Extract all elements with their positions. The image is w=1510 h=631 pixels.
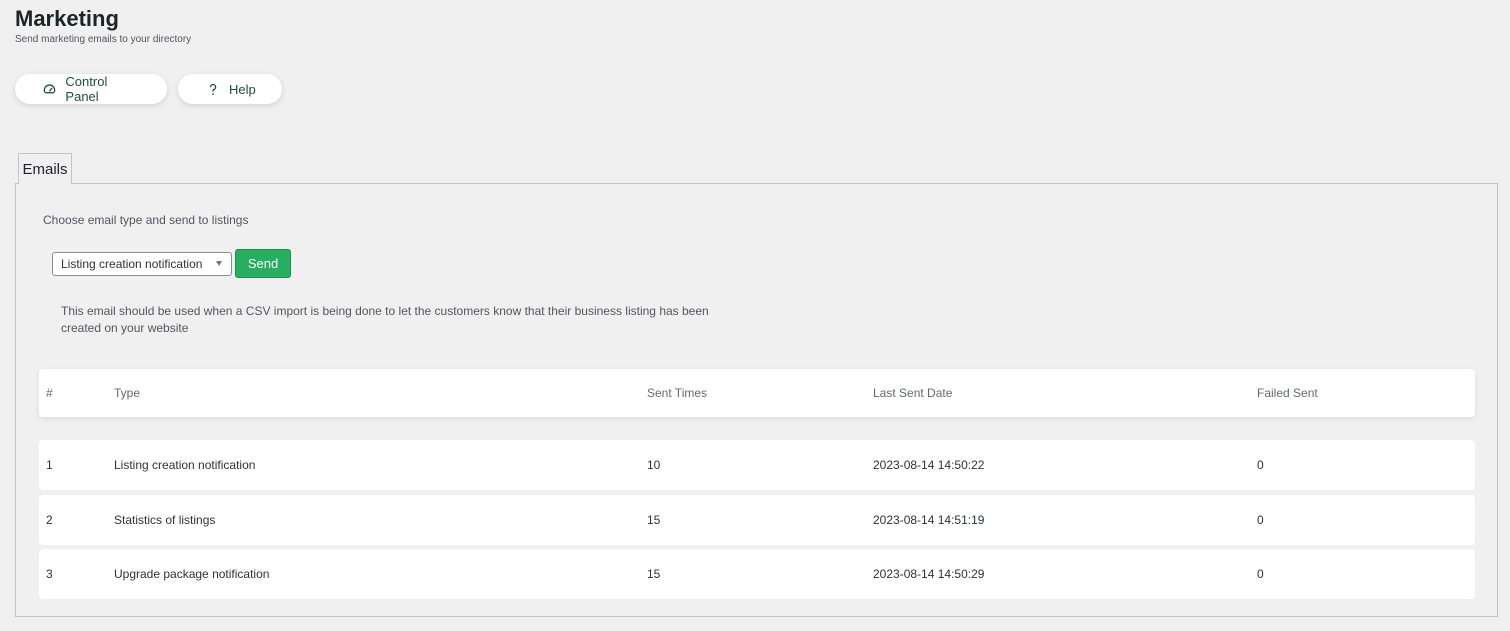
control-panel-button[interactable]: Control Panel bbox=[15, 74, 167, 104]
cell-type: Listing creation notification bbox=[114, 458, 256, 472]
cell-last-sent-date: 2023-08-14 14:50:29 bbox=[873, 567, 985, 581]
cell-type: Upgrade package notification bbox=[114, 567, 270, 581]
email-type-select-value: Listing creation notification bbox=[61, 257, 203, 271]
page-subtitle: Send marketing emails to your directory bbox=[15, 34, 192, 45]
tab-emails[interactable]: Emails bbox=[18, 153, 72, 184]
table-row: 1 Listing creation notification 10 2023-… bbox=[39, 440, 1475, 490]
column-header-last-sent-date: Last Sent Date bbox=[873, 386, 953, 400]
help-button[interactable]: Help bbox=[178, 74, 282, 104]
dashboard-icon bbox=[43, 82, 56, 96]
cell-last-sent-date: 2023-08-14 14:50:22 bbox=[873, 458, 985, 472]
cell-type: Statistics of listings bbox=[114, 513, 216, 527]
table-header: # Type Sent Times Last Sent Date Failed … bbox=[39, 369, 1475, 417]
send-button[interactable]: Send bbox=[235, 249, 291, 278]
cell-num: 1 bbox=[46, 458, 53, 472]
column-header-sent-times: Sent Times bbox=[647, 386, 708, 400]
chevron-down-icon bbox=[216, 261, 222, 266]
column-header-num: # bbox=[46, 386, 53, 400]
table-row: 2 Statistics of listings 15 2023-08-14 1… bbox=[39, 495, 1475, 545]
question-icon bbox=[206, 82, 220, 96]
cell-num: 2 bbox=[46, 513, 53, 527]
cell-sent-times: 15 bbox=[647, 513, 661, 527]
column-header-failed-sent: Failed Sent bbox=[1257, 386, 1318, 400]
cell-failed-sent: 0 bbox=[1257, 567, 1264, 581]
column-header-type: Type bbox=[114, 386, 141, 400]
cell-sent-times: 10 bbox=[647, 458, 661, 472]
cell-failed-sent: 0 bbox=[1257, 458, 1264, 472]
help-label: Help bbox=[229, 81, 256, 97]
emails-panel: Choose email type and send to listings L… bbox=[15, 183, 1498, 617]
control-panel-label: Control Panel bbox=[65, 74, 108, 104]
email-type-select[interactable]: Listing creation notification bbox=[52, 252, 232, 276]
choose-email-label: Choose email type and send to listings bbox=[43, 213, 249, 227]
cell-last-sent-date: 2023-08-14 14:51:19 bbox=[873, 513, 985, 527]
cell-failed-sent: 0 bbox=[1257, 513, 1264, 527]
cell-num: 3 bbox=[46, 567, 53, 581]
table-row: 3 Upgrade package notification 15 2023-0… bbox=[39, 549, 1475, 599]
email-description: This email should be used when a CSV imp… bbox=[61, 304, 709, 335]
top-button-bar: Control Panel Help bbox=[15, 74, 282, 104]
page-title: Marketing bbox=[15, 6, 119, 31]
cell-sent-times: 15 bbox=[647, 567, 661, 581]
